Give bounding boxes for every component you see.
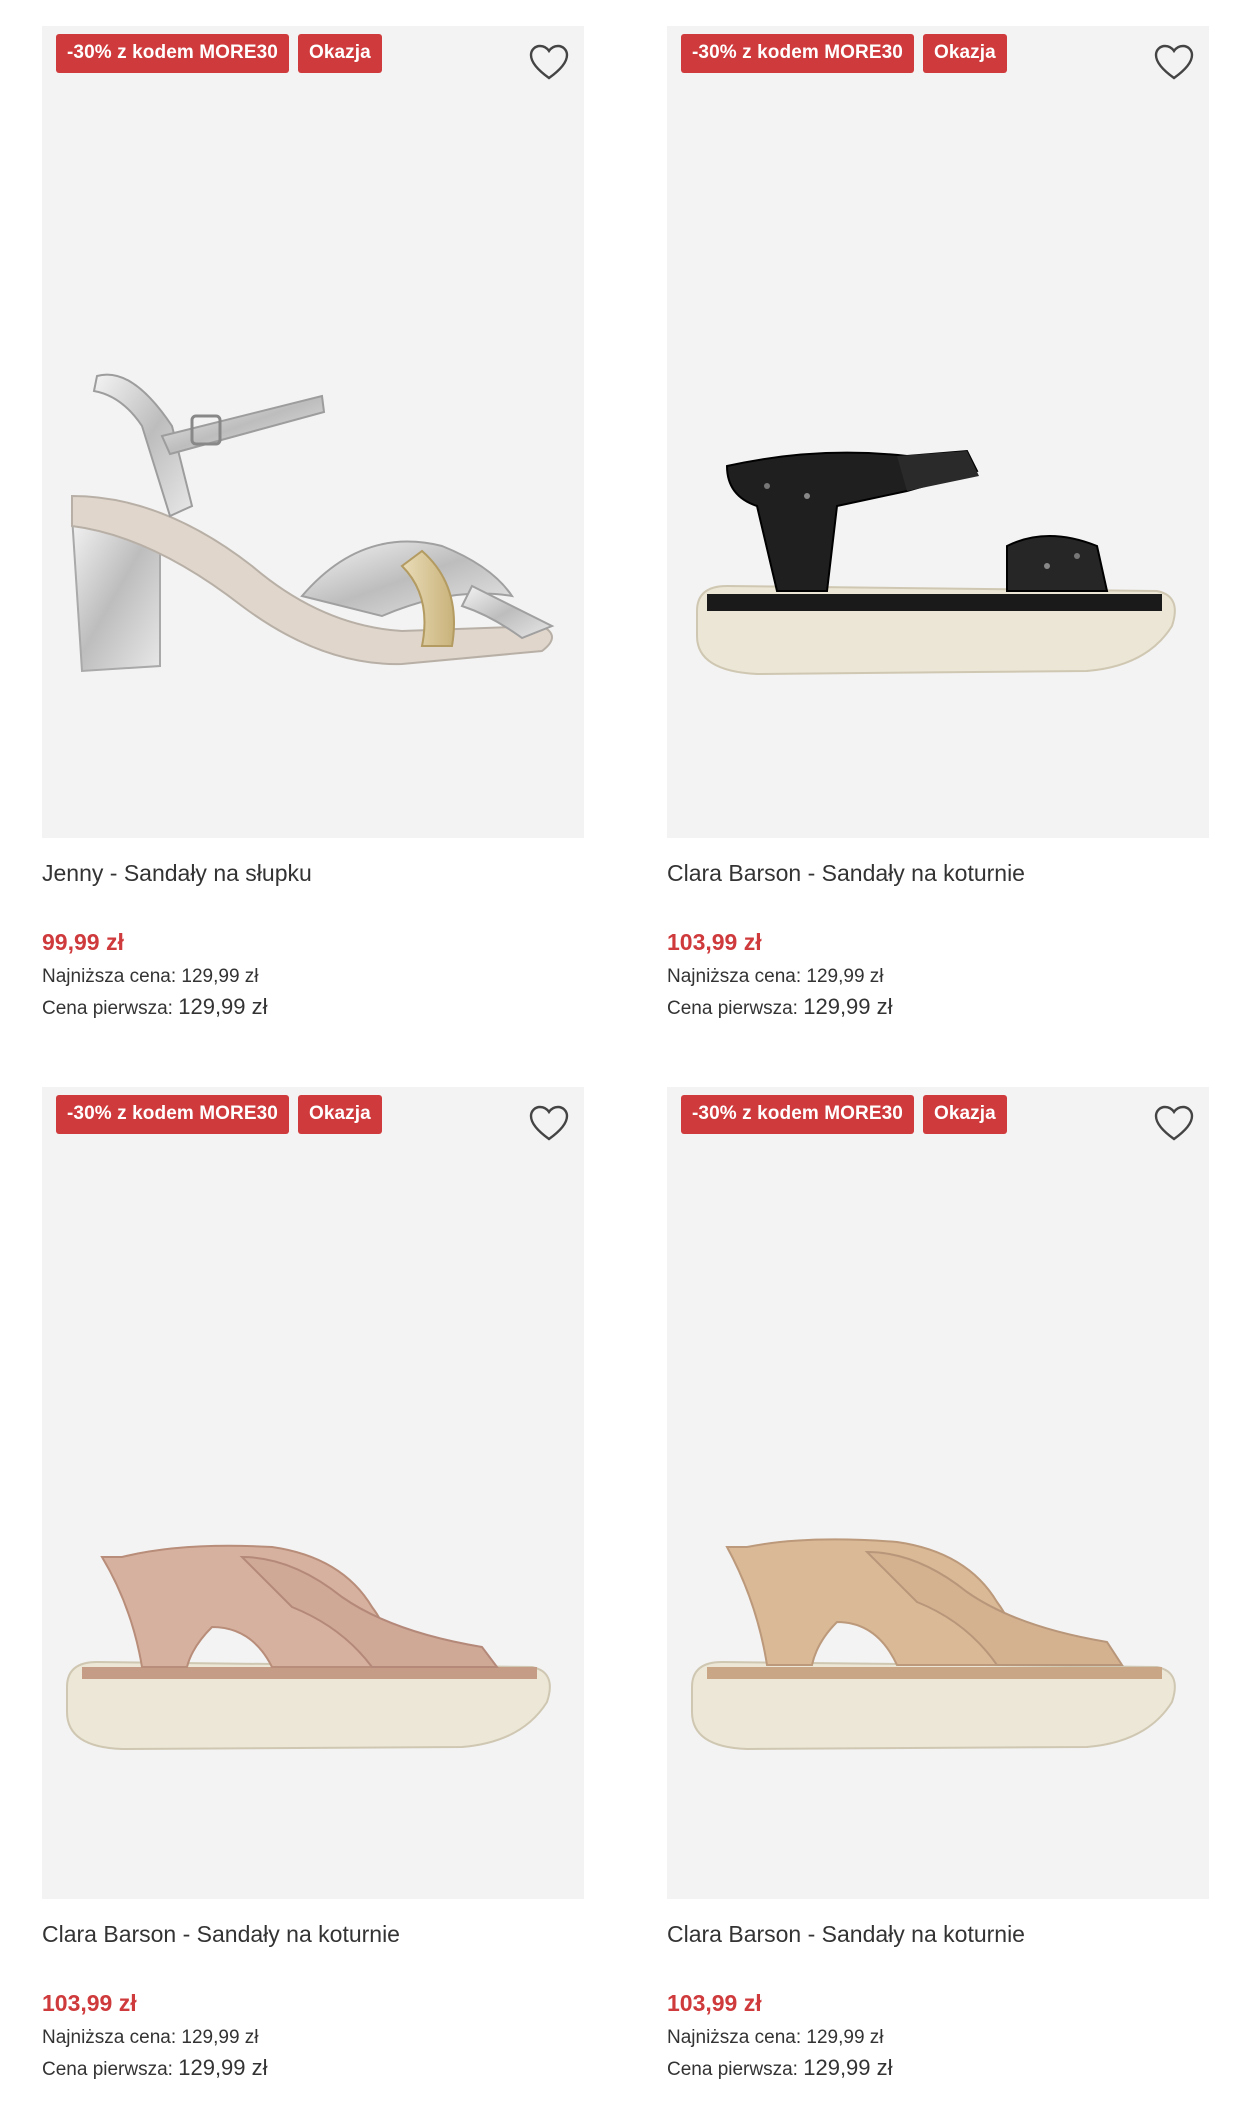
badge-group: -30% z kodem MORE30 Okazja	[56, 34, 382, 73]
lowest-price-row: Najniższa cena: 129,99 zł	[42, 962, 584, 992]
discount-code-badge: -30% z kodem MORE30	[56, 1095, 289, 1134]
heart-outline-icon[interactable]	[529, 1105, 569, 1143]
deal-badge: Okazja	[297, 34, 382, 73]
deal-badge: Okazja	[922, 1095, 1007, 1134]
heart-outline-icon[interactable]	[1154, 44, 1194, 82]
first-price-row: Cena pierwsza: 129,99 zł	[42, 992, 584, 1024]
first-price-value: 129,99 zł	[178, 2055, 268, 2080]
product-image-area[interactable]: -30% z kodem MORE30 Okazja	[667, 26, 1209, 838]
first-price-label: Cena pierwsza:	[42, 998, 173, 1019]
first-price-value: 129,99 zł	[803, 994, 893, 1019]
deal-badge: Okazja	[297, 1095, 382, 1134]
first-price-label: Cena pierwsza:	[667, 998, 798, 1019]
discount-code-badge: -30% z kodem MORE30	[56, 34, 289, 73]
first-price-label: Cena pierwsza:	[667, 2059, 798, 2080]
product-price: 103,99 zł	[667, 929, 762, 955]
heart-outline-icon[interactable]	[1154, 1105, 1194, 1143]
lowest-price-value: 129,99 zł	[806, 2027, 884, 2048]
product-price: 103,99 zł	[667, 1990, 762, 2016]
badge-group: -30% z kodem MORE30 Okazja	[681, 34, 1007, 73]
first-price-row: Cena pierwsza: 129,99 zł	[42, 2053, 584, 2085]
product-title[interactable]: Clara Barson - Sandały na koturnie	[42, 1919, 584, 1949]
badge-group: -30% z kodem MORE30 Okazja	[56, 1095, 382, 1134]
product-card[interactable]: -30% z kodem MORE30 Okazja Clara Barson …	[667, 26, 1209, 1024]
product-card[interactable]: -30% z kodem MORE30 Okazja Jenny - Sanda…	[42, 26, 584, 1024]
product-image-black-sandal[interactable]	[667, 26, 1209, 838]
product-title[interactable]: Jenny - Sandały na słupku	[42, 858, 584, 888]
deal-badge: Okazja	[922, 34, 1007, 73]
discount-code-badge: -30% z kodem MORE30	[681, 1095, 914, 1134]
product-title[interactable]: Clara Barson - Sandały na koturnie	[667, 858, 1209, 888]
product-image-silver-heel-sandal[interactable]	[42, 26, 584, 838]
product-title[interactable]: Clara Barson - Sandały na koturnie	[667, 1919, 1209, 1949]
lowest-price-value: 129,99 zł	[181, 966, 259, 987]
lowest-price-label: Najniższa cena:	[667, 966, 802, 987]
product-image-beige-knit-sandal[interactable]	[667, 1087, 1209, 1899]
lowest-price-row: Najniższa cena: 129,99 zł	[667, 2023, 1209, 2053]
lowest-price-label: Najniższa cena:	[667, 2027, 802, 2048]
lowest-price-value: 129,99 zł	[181, 2027, 259, 2048]
badge-group: -30% z kodem MORE30 Okazja	[681, 1095, 1007, 1134]
first-price-label: Cena pierwsza:	[42, 2059, 173, 2080]
first-price-row: Cena pierwsza: 129,99 zł	[667, 2053, 1209, 2085]
product-image-area[interactable]: -30% z kodem MORE30 Okazja	[667, 1087, 1209, 1899]
product-price: 103,99 zł	[42, 1990, 137, 2016]
product-image-pink-knit-sandal[interactable]	[42, 1087, 584, 1899]
heart-outline-icon[interactable]	[529, 44, 569, 82]
lowest-price-value: 129,99 zł	[806, 966, 884, 987]
first-price-value: 129,99 zł	[178, 994, 268, 1019]
lowest-price-label: Najniższa cena:	[42, 2027, 177, 2048]
product-card[interactable]: -30% z kodem MORE30 Okazja Clara Barson …	[42, 1087, 584, 2085]
product-image-area[interactable]: -30% z kodem MORE30 Okazja	[42, 26, 584, 838]
lowest-price-label: Najniższa cena:	[42, 966, 177, 987]
first-price-value: 129,99 zł	[803, 2055, 893, 2080]
first-price-row: Cena pierwsza: 129,99 zł	[667, 992, 1209, 1024]
lowest-price-row: Najniższa cena: 129,99 zł	[667, 962, 1209, 992]
discount-code-badge: -30% z kodem MORE30	[681, 34, 914, 73]
product-card[interactable]: -30% z kodem MORE30 Okazja Clara Barson …	[667, 1087, 1209, 2085]
product-image-area[interactable]: -30% z kodem MORE30 Okazja	[42, 1087, 584, 1899]
product-price: 99,99 zł	[42, 929, 124, 955]
lowest-price-row: Najniższa cena: 129,99 zł	[42, 2023, 584, 2053]
